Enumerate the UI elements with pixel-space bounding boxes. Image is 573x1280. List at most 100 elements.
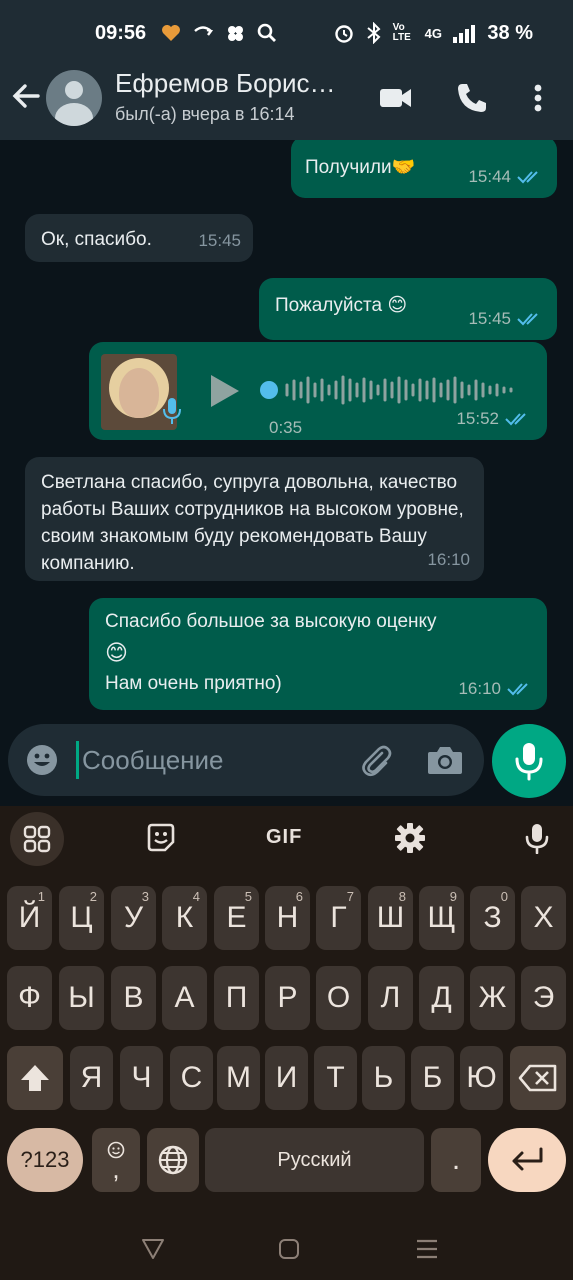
key-э[interactable]: Э [521, 966, 566, 1030]
mic-badge-icon [163, 398, 181, 424]
message-text-line: Спасибо большое за высокую оценку [105, 611, 437, 632]
message-outgoing[interactable]: Пожалуйста 😊 15:45 [259, 278, 557, 340]
shift-icon [21, 1065, 49, 1091]
status-bar: 09:56 Vo LTE 4G 38 % [0, 0, 573, 66]
key-и[interactable]: И [265, 1046, 308, 1110]
message-text: Получили🤝 [305, 157, 416, 178]
home-icon[interactable] [276, 1236, 302, 1262]
alarm-icon [334, 25, 353, 43]
settings-gear-icon[interactable] [394, 822, 426, 854]
message-incoming[interactable]: Светлана спасибо, супруга довольна, каче… [25, 457, 484, 581]
key-с[interactable]: С [170, 1046, 213, 1110]
key-ф[interactable]: Ф [7, 966, 52, 1030]
contact-name[interactable]: Ефремов Борис… [115, 68, 336, 99]
camera-icon[interactable] [426, 742, 464, 778]
key-ь[interactable]: Ь [362, 1046, 405, 1110]
period-key[interactable]: . [431, 1128, 481, 1192]
keyboard: GIF Й1 Ц2 У3 К4 Е5 Н6 Г7 Ш8 Щ9 З0 Х Ф Ы … [0, 806, 573, 1280]
key-п[interactable]: П [214, 966, 259, 1030]
voice-waveform[interactable] [257, 368, 525, 408]
message-time: 15:45 [468, 309, 511, 328]
voice-call-icon[interactable] [454, 80, 490, 116]
key-д[interactable]: Д [419, 966, 464, 1030]
voice-duration: 0:35 [269, 418, 303, 437]
gif-button[interactable]: GIF [266, 826, 302, 849]
emoji-comma-key[interactable]: , [92, 1128, 140, 1192]
shift-key[interactable] [7, 1046, 63, 1110]
key-з[interactable]: З0 [470, 886, 515, 950]
bluetooth-icon [367, 22, 381, 44]
key-я[interactable]: Я [70, 1046, 113, 1110]
keyboard-menu-button[interactable] [10, 812, 64, 866]
key-в[interactable]: В [111, 966, 156, 1030]
read-ticks-icon [507, 682, 528, 695]
heart-hands-icon [162, 25, 180, 41]
keyboard-toolbar: GIF [0, 806, 573, 872]
key-х[interactable]: Х [521, 886, 566, 950]
backspace-icon [518, 1064, 557, 1092]
space-key[interactable]: Русский [205, 1128, 424, 1192]
status-time: 09:56 [95, 22, 147, 44]
symbols-key[interactable]: ?123 [7, 1128, 83, 1192]
backspace-key[interactable] [510, 1046, 566, 1110]
key-ш[interactable]: Ш8 [368, 886, 413, 950]
key-у[interactable]: У3 [111, 886, 156, 950]
status-right-icons: Vo LTE 4G [333, 22, 478, 44]
volte-label: Vo LTE [392, 22, 411, 43]
message-text-line: 😊 [105, 640, 128, 665]
back-triangle-icon[interactable] [140, 1236, 166, 1262]
message-text: Пожалуйста 😊 [275, 295, 408, 316]
search-icon [257, 23, 276, 42]
enter-key[interactable] [488, 1128, 566, 1192]
key-щ[interactable]: Щ9 [419, 886, 464, 950]
key-о[interactable]: О [316, 966, 361, 1030]
microphone-icon [515, 743, 543, 781]
key-р[interactable]: Р [265, 966, 310, 1030]
system-navigation-bar [0, 1222, 573, 1280]
globe-icon [158, 1145, 188, 1175]
attach-icon[interactable] [358, 742, 394, 778]
read-ticks-icon [505, 412, 526, 425]
key-г[interactable]: Г7 [316, 886, 361, 950]
message-text: Ок, спасибо. [41, 229, 152, 250]
key-ж[interactable]: Ж [470, 966, 515, 1030]
recent-apps-icon[interactable] [414, 1236, 440, 1262]
voice-input-icon[interactable] [521, 822, 553, 854]
missed-call-icon [194, 26, 214, 36]
voice-record-button[interactable] [492, 724, 566, 798]
key-й[interactable]: Й1 [7, 886, 52, 950]
text-cursor [76, 741, 79, 779]
play-icon[interactable] [207, 372, 241, 410]
key-ц[interactable]: Ц2 [59, 886, 104, 950]
key-л[interactable]: Л [368, 966, 413, 1030]
signal-icon [453, 25, 475, 43]
key-б[interactable]: Б [411, 1046, 454, 1110]
key-ю[interactable]: Ю [460, 1046, 503, 1110]
key-т[interactable]: Т [314, 1046, 357, 1110]
more-options-icon[interactable] [520, 80, 556, 116]
message-outgoing[interactable]: Получили🤝 15:44 [291, 140, 557, 198]
battery-level: 38 % [487, 22, 533, 44]
key-е[interactable]: Е5 [214, 886, 259, 950]
key-к[interactable]: К4 [162, 886, 207, 950]
key-м[interactable]: М [217, 1046, 260, 1110]
sticker-icon[interactable] [145, 822, 177, 854]
back-arrow-icon[interactable] [10, 80, 42, 112]
key-ы[interactable]: Ы [59, 966, 104, 1030]
key-а[interactable]: А [162, 966, 207, 1030]
language-key[interactable] [147, 1128, 199, 1192]
last-seen: был(-а) вчера в 16:14 [115, 104, 295, 124]
video-call-icon[interactable] [378, 80, 414, 116]
message-composer [8, 724, 484, 796]
key-ч[interactable]: Ч [120, 1046, 163, 1110]
message-text: Светлана спасибо, супруга довольна, каче… [41, 472, 464, 574]
read-ticks-icon [517, 312, 538, 325]
emoji-icon[interactable] [24, 742, 60, 778]
message-input[interactable] [82, 738, 342, 782]
message-list[interactable]: Получили🤝 15:44 Ок, спасибо. 15:45 Пожал… [0, 140, 573, 722]
voice-message[interactable]: 0:35 15:52 [89, 342, 547, 440]
contact-avatar[interactable] [46, 70, 102, 126]
key-н[interactable]: Н6 [265, 886, 310, 950]
message-incoming[interactable]: Ок, спасибо. 15:45 [25, 214, 253, 262]
message-outgoing[interactable]: Спасибо большое за высокую оценку 😊 Нам … [89, 598, 547, 710]
